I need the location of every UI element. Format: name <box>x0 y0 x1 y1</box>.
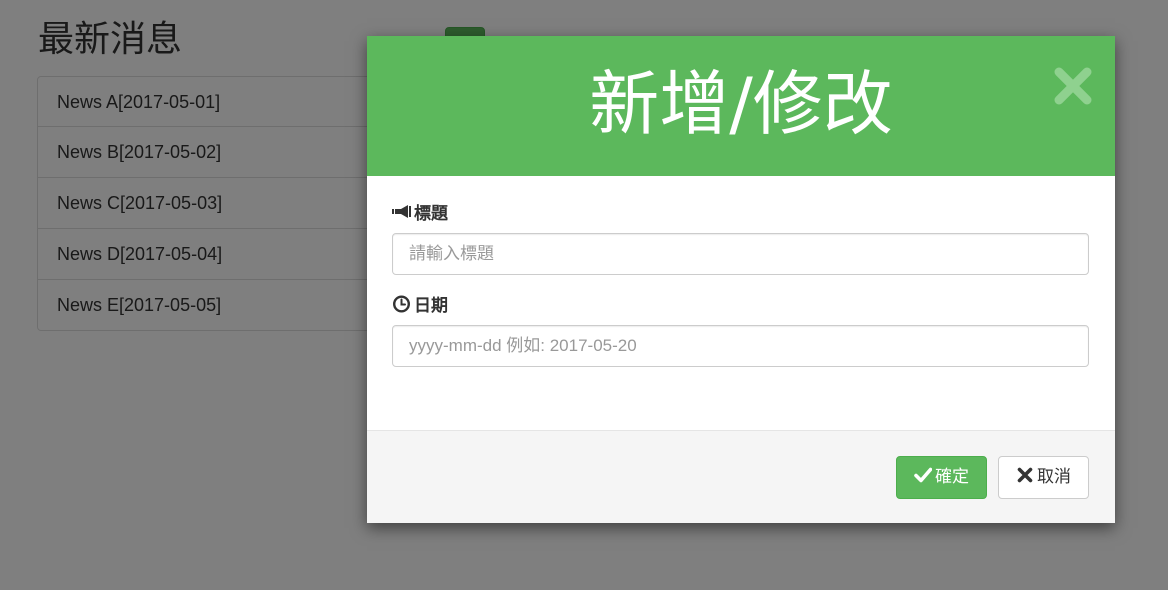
confirm-button[interactable]: 確定 <box>896 456 987 499</box>
cancel-button[interactable]: 取消 <box>998 456 1089 499</box>
edit-modal: 新增/修改 標題 日期 確定 <box>367 36 1115 523</box>
date-input[interactable] <box>392 325 1089 367</box>
check-icon <box>914 467 932 483</box>
modal-footer: 確定 取消 <box>367 430 1115 523</box>
title-field-label: 標題 <box>392 202 448 226</box>
modal-title: 新增/修改 <box>589 63 893 145</box>
date-field-label-text: 日期 <box>414 296 448 316</box>
close-icon[interactable] <box>1053 66 1093 106</box>
bullhorn-icon <box>392 205 411 218</box>
modal-body: 標題 日期 <box>367 176 1115 430</box>
confirm-button-label: 確定 <box>935 467 969 487</box>
modal-header: 新增/修改 <box>367 36 1115 176</box>
clock-icon <box>392 295 411 313</box>
title-field-label-text: 標題 <box>414 204 448 224</box>
title-input[interactable] <box>392 233 1089 275</box>
date-field-label: 日期 <box>392 294 448 318</box>
cancel-button-label: 取消 <box>1037 467 1071 487</box>
times-icon <box>1017 467 1033 483</box>
